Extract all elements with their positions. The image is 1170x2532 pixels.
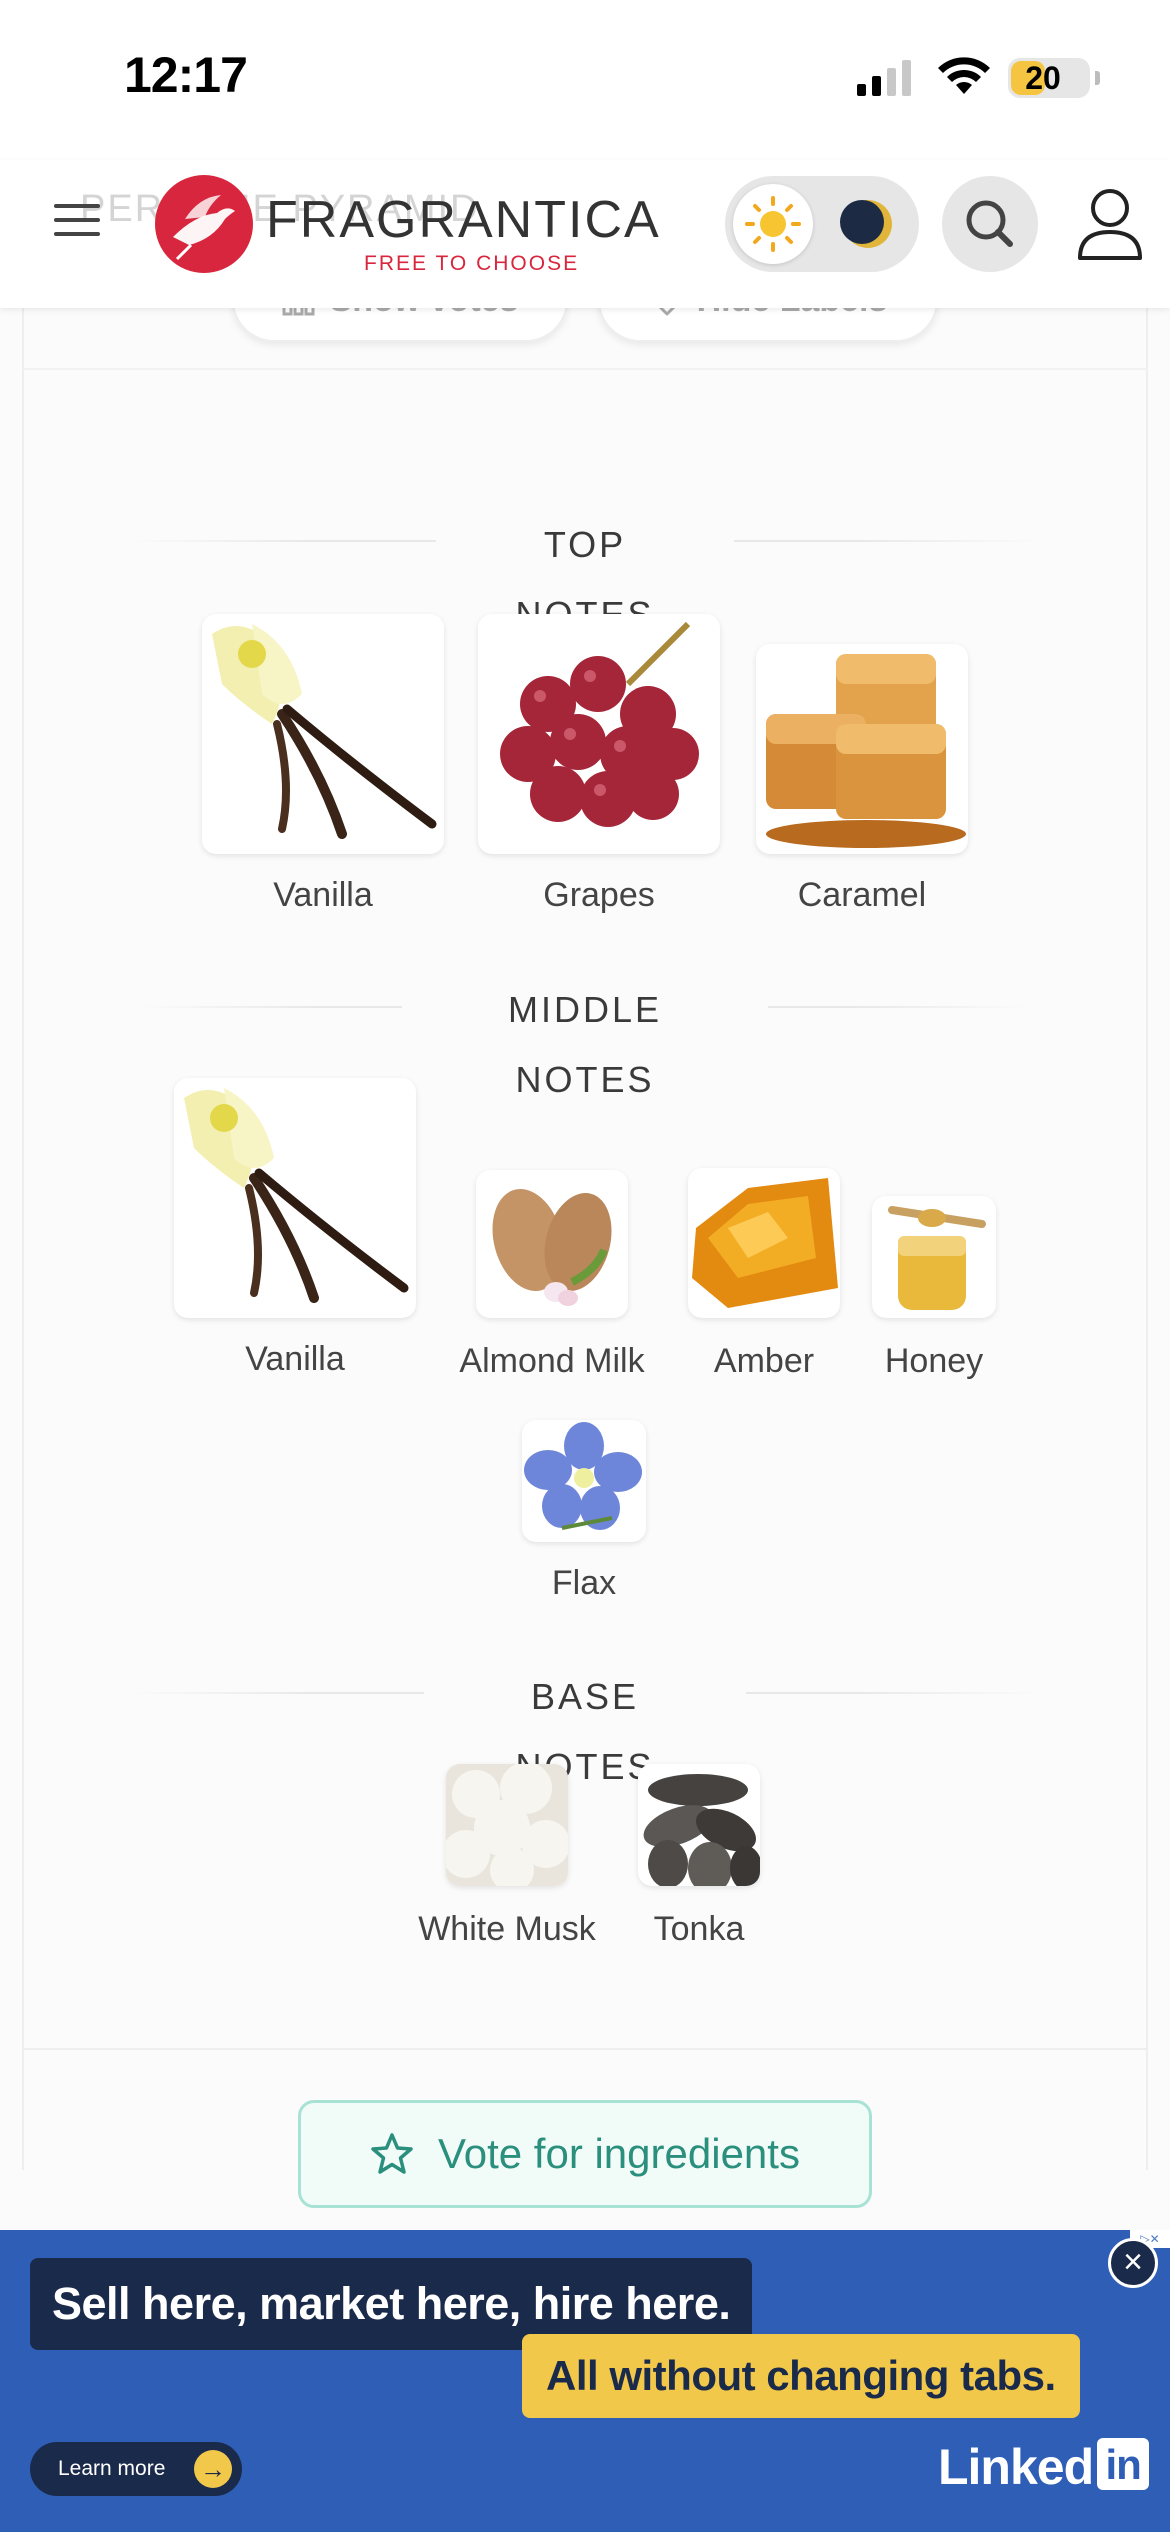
base-notes-title: BASE NOTES xyxy=(424,1662,746,1787)
search-button[interactable] xyxy=(942,176,1038,272)
almond-milk-image xyxy=(476,1170,628,1318)
amber-image xyxy=(688,1168,840,1318)
status-bar: 12:17 20 xyxy=(0,0,1170,160)
divider xyxy=(22,2048,1148,2050)
flax-image xyxy=(522,1420,646,1542)
site-tagline: FREE TO CHOOSE xyxy=(364,252,580,275)
note-flax[interactable]: Flax xyxy=(522,1420,646,1604)
sun-icon xyxy=(745,196,801,252)
vote-for-ingredients-button[interactable]: Vote for ingredients xyxy=(298,2100,872,2208)
menu-icon[interactable] xyxy=(54,204,100,240)
ad-brand-text: Linked xyxy=(938,2439,1094,2495)
ad-learn-more-button[interactable]: Learn more → xyxy=(30,2442,242,2496)
vanilla-image xyxy=(202,614,444,854)
note-label: Flax xyxy=(551,1564,617,1602)
note-vanilla[interactable]: Vanilla xyxy=(174,1078,416,1378)
site-logo-text[interactable]: FRAGRANTICA xyxy=(266,190,661,250)
user-account-icon[interactable] xyxy=(1076,186,1144,262)
white-musk-image xyxy=(446,1764,568,1886)
honey-image xyxy=(872,1196,996,1318)
battery-level: 20 xyxy=(1025,60,1061,96)
ad-brand-in: in xyxy=(1097,2438,1150,2490)
status-time: 12:17 xyxy=(124,47,248,103)
vote-button-label: Vote for ingredients xyxy=(438,2130,800,2177)
caramel-image xyxy=(756,644,968,854)
middle-notes-title: MIDDLE NOTES xyxy=(402,975,768,1100)
note-label: Tonka xyxy=(653,1910,745,1948)
note-grapes[interactable]: Grapes xyxy=(478,614,720,914)
note-vanilla[interactable]: Vanilla xyxy=(202,614,444,914)
light-mode-button[interactable] xyxy=(733,184,813,264)
linkedin-logo: Linked in xyxy=(938,2438,1150,2496)
close-icon[interactable]: × xyxy=(1108,2238,1158,2288)
top-notes-title: TOP NOTES xyxy=(436,510,734,635)
note-label: Honey xyxy=(884,1342,984,1380)
star-icon xyxy=(371,2133,413,2174)
divider xyxy=(22,368,1148,370)
tonka-image xyxy=(638,1764,760,1886)
wifi-icon xyxy=(938,57,990,94)
note-almond-milk[interactable]: Almond Milk xyxy=(459,1170,645,1380)
ad-cta-label: Learn more xyxy=(58,2457,166,2480)
moon-icon[interactable] xyxy=(838,194,898,254)
battery-indicator: 20 xyxy=(1008,58,1100,98)
search-icon xyxy=(966,200,1013,247)
note-label: Caramel xyxy=(797,876,927,914)
theme-toggle[interactable] xyxy=(725,176,919,272)
note-honey[interactable]: Honey xyxy=(872,1196,996,1380)
note-white-musk[interactable]: White Musk xyxy=(418,1764,596,1950)
vanilla-image xyxy=(174,1078,416,1318)
grapes-image xyxy=(478,614,720,854)
cellular-signal-icon xyxy=(857,60,911,96)
ad-subheadline: All without changing tabs. xyxy=(522,2334,1080,2418)
hummingbird-logo-icon[interactable] xyxy=(155,175,253,273)
arrow-right-icon: → xyxy=(194,2450,232,2488)
note-tonka[interactable]: Tonka xyxy=(638,1764,760,1950)
note-caramel[interactable]: Caramel xyxy=(756,644,968,914)
site-header: PERFUME PYRAMID FRAGRANTICA FREE TO CHOO… xyxy=(0,160,1170,308)
